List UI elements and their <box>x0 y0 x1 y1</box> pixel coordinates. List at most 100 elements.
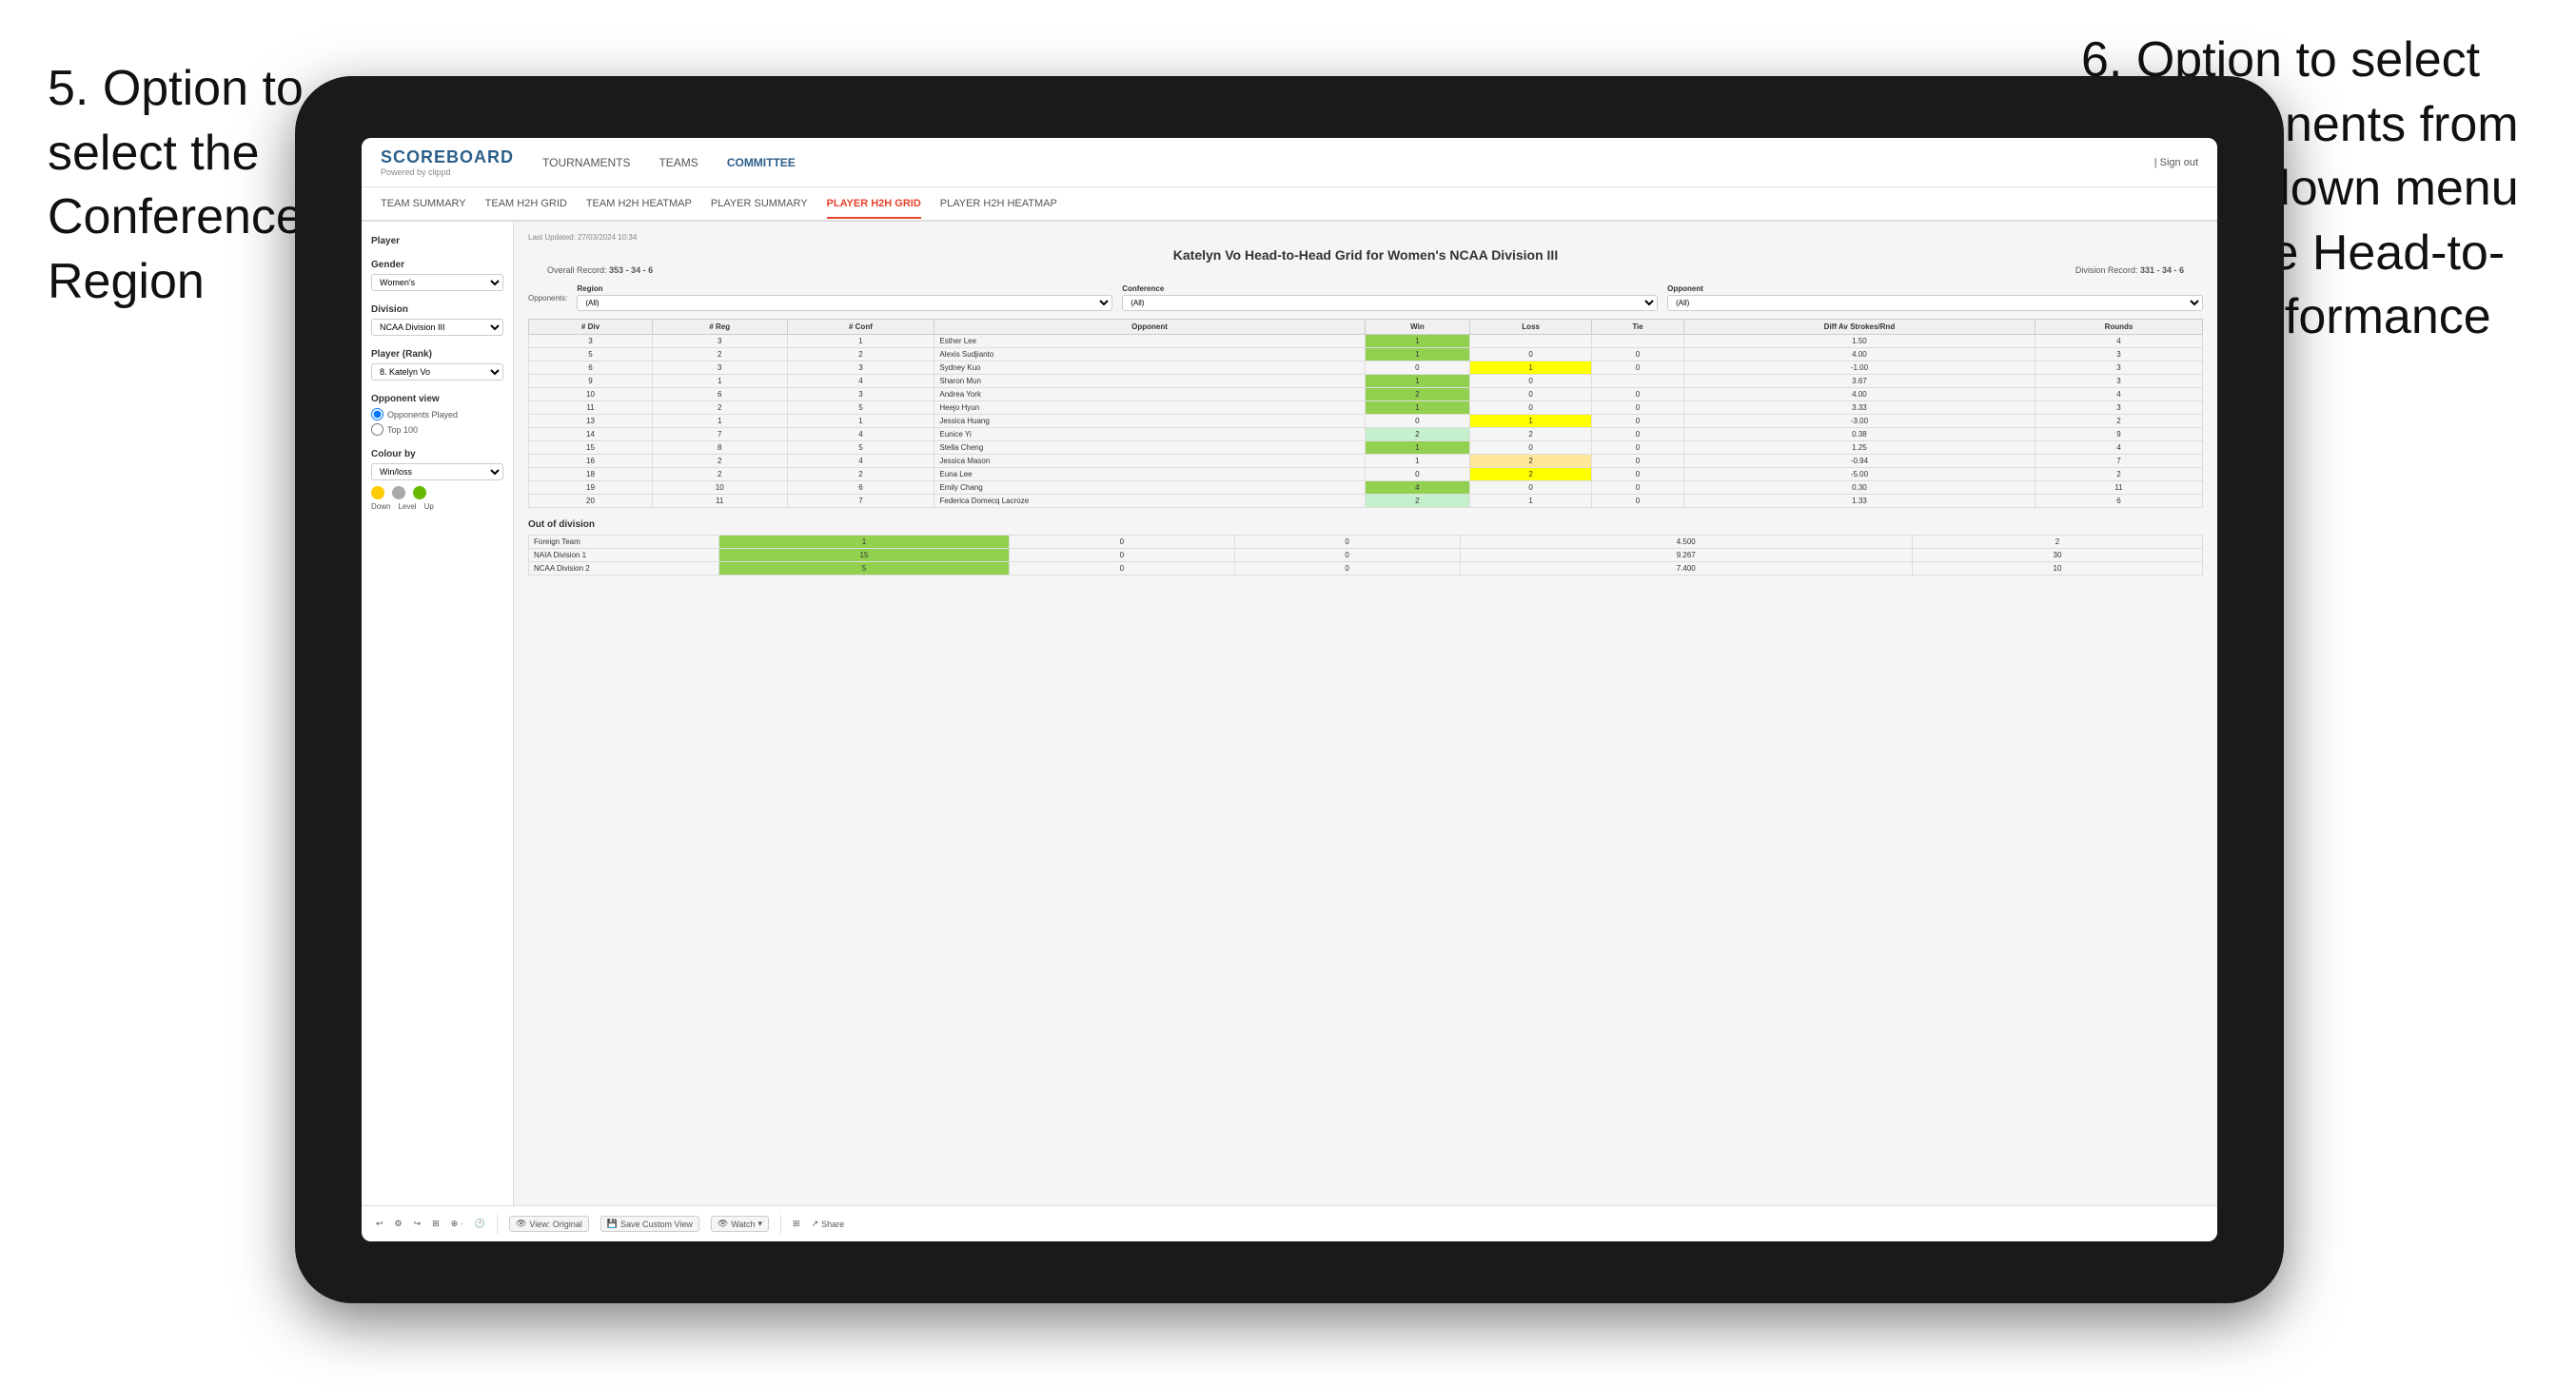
division-record: Division Record: 331 - 34 - 6 <box>2075 265 2184 275</box>
sidebar-radio-group: Opponents Played Top 100 <box>371 408 503 436</box>
opponents-label: Opponents: <box>528 294 567 303</box>
tablet-device: SCOREBOARD Powered by clippd TOURNAMENTS… <box>295 76 2284 1303</box>
colour-down-circle <box>371 486 384 499</box>
tablet-screen: SCOREBOARD Powered by clippd TOURNAMENTS… <box>362 138 2217 1241</box>
sidebar-gender-section: Gender Women's <box>371 260 503 291</box>
subnav-player-h2h-grid[interactable]: PLAYER H2H GRID <box>827 190 921 219</box>
radio-top100[interactable]: Top 100 <box>371 423 503 436</box>
colour-up-circle <box>413 486 426 499</box>
conference-filter-label: Conference <box>1122 284 1658 293</box>
colour-circles <box>371 486 503 499</box>
filter-btn[interactable]: ⊞ <box>432 1219 440 1229</box>
record-row: Overall Record: 353 - 34 - 6 Division Re… <box>528 265 2203 275</box>
table-row: 6 3 3 Sydney Kuo 0 1 0 -1.00 3 <box>529 361 2203 375</box>
save-custom-btn[interactable]: 💾 Save Custom View <box>600 1216 699 1232</box>
subnav-team-h2h-grid[interactable]: TEAM H2H GRID <box>485 190 567 217</box>
undo-btn[interactable]: ↩ <box>376 1219 383 1229</box>
toolbar-sep-2 <box>780 1215 781 1234</box>
sidebar-division-label: Division <box>371 304 503 315</box>
table-row: 3 3 1 Esther Lee 1 1.50 4 <box>529 335 2203 348</box>
logo-text: SCOREBOARD <box>381 147 514 167</box>
col-diff: Diff Av Strokes/Rnd <box>1683 320 2035 335</box>
data-table: # Div # Reg # Conf Opponent Win Loss Tie… <box>528 319 2203 508</box>
sidebar-gender-select[interactable]: Women's <box>371 274 503 291</box>
conference-filter-group: Conference (All) <box>1122 284 1658 311</box>
out-division-row: NCAA Division 2 5 0 0 7.400 10 <box>529 562 2203 576</box>
clock-btn[interactable]: 🕐 <box>475 1219 485 1229</box>
sidebar-opponent-view-section: Opponent view Opponents Played Top 100 <box>371 394 503 436</box>
subnav-player-summary[interactable]: PLAYER SUMMARY <box>711 190 808 217</box>
out-division-title: Out of division <box>528 519 2203 530</box>
nav-teams[interactable]: TEAMS <box>659 152 698 173</box>
toolbar-sep-1 <box>497 1215 498 1234</box>
nav-sign-out[interactable]: | Sign out <box>2154 157 2198 168</box>
out-division-row: NAIA Division 1 15 0 0 9.267 30 <box>529 549 2203 562</box>
table-row: 15 8 5 Stella Cheng 1 0 0 1.25 4 <box>529 441 2203 455</box>
subnav-team-summary[interactable]: TEAM SUMMARY <box>381 190 466 217</box>
col-opponent: Opponent <box>934 320 1365 335</box>
nav-committee[interactable]: COMMITTEE <box>727 152 796 173</box>
logo-sub: Powered by clippd <box>381 167 514 177</box>
main-panel: Last Updated: 27/03/2024 10:34 Katelyn V… <box>514 222 2217 1205</box>
share-btn[interactable]: ↗ Share <box>812 1219 845 1229</box>
sidebar-colour-by-section: Colour by Win/loss Down Level Up <box>371 449 503 511</box>
sidebar-player-rank-select[interactable]: 8. Katelyn Vo <box>371 363 503 381</box>
table-row: 9 1 4 Sharon Mun 1 0 3.67 3 <box>529 375 2203 388</box>
sub-navigation: TEAM SUMMARY TEAM H2H GRID TEAM H2H HEAT… <box>362 187 2217 222</box>
col-conf: # Conf <box>787 320 934 335</box>
watch-btn[interactable]: 👁 Watch ▾ <box>711 1216 769 1232</box>
sidebar-opponent-view-label: Opponent view <box>371 394 503 404</box>
subnav-team-h2h-heatmap[interactable]: TEAM H2H HEATMAP <box>586 190 692 217</box>
main-content: Player Gender Women's Division NCAA Divi… <box>362 222 2217 1205</box>
table-row: 18 2 2 Euna Lee 0 2 0 -5.00 2 <box>529 468 2203 481</box>
logo-area: SCOREBOARD Powered by clippd <box>381 147 514 177</box>
table-row: 11 2 5 Heejo Hyun 1 0 0 3.33 3 <box>529 401 2203 415</box>
nav-items: TOURNAMENTS TEAMS COMMITTEE <box>542 152 2154 173</box>
opponent-filter-group: Opponent (All) <box>1667 284 2203 311</box>
sidebar-player-rank-section: Player (Rank) 8. Katelyn Vo <box>371 349 503 381</box>
col-reg: # Reg <box>652 320 787 335</box>
table-row: 20 11 7 Federica Domecq Lacroze 2 1 0 1.… <box>529 495 2203 508</box>
region-filter-label: Region <box>577 284 1112 293</box>
table-row: 10 6 3 Andrea York 2 0 0 4.00 4 <box>529 388 2203 401</box>
sidebar-player-label: Player <box>371 236 503 246</box>
region-filter-select[interactable]: (All) <box>577 295 1112 311</box>
sidebar-division-select[interactable]: NCAA Division III <box>371 319 503 336</box>
sidebar-gender-label: Gender <box>371 260 503 270</box>
radio-opponents-played[interactable]: Opponents Played <box>371 408 503 420</box>
overall-record: Overall Record: 353 - 34 - 6 <box>547 265 653 275</box>
table-row: 13 1 1 Jessica Huang 0 1 0 -3.00 2 <box>529 415 2203 428</box>
sidebar-division-section: Division NCAA Division III <box>371 304 503 336</box>
colour-level-circle <box>392 486 405 499</box>
view-original-btn[interactable]: 👁 View: Original <box>509 1216 589 1232</box>
nav-tournaments[interactable]: TOURNAMENTS <box>542 152 630 173</box>
colour-level-label: Level <box>398 502 416 511</box>
opponent-filter-label: Opponent <box>1667 284 2203 293</box>
sidebar: Player Gender Women's Division NCAA Divi… <box>362 222 514 1205</box>
col-loss: Loss <box>1470 320 1592 335</box>
sidebar-player-rank-label: Player (Rank) <box>371 349 503 360</box>
settings-btn[interactable]: ⚙ <box>395 1219 403 1229</box>
table-row: 14 7 4 Eunice Yi 2 2 0 0.38 9 <box>529 428 2203 441</box>
out-division-row: Foreign Team 1 0 0 4.500 2 <box>529 536 2203 549</box>
copy-btn[interactable]: ⊕ · <box>451 1219 463 1229</box>
report-title: Katelyn Vo Head-to-Head Grid for Women's… <box>528 247 2203 263</box>
col-rounds: Rounds <box>2035 320 2202 335</box>
update-info: Last Updated: 27/03/2024 10:34 <box>528 233 2203 242</box>
subnav-player-h2h-heatmap[interactable]: PLAYER H2H HEATMAP <box>940 190 1057 217</box>
top-navigation: SCOREBOARD Powered by clippd TOURNAMENTS… <box>362 138 2217 187</box>
col-div: # Div <box>529 320 653 335</box>
col-tie: Tie <box>1592 320 1684 335</box>
sidebar-player-section: Player <box>371 236 503 246</box>
table-row: 19 10 6 Emily Chang 4 0 0 0.30 11 <box>529 481 2203 495</box>
sidebar-colour-by-label: Colour by <box>371 449 503 459</box>
bottom-toolbar: ↩ ⚙ ↪ ⊞ ⊕ · 🕐 👁 View: Original 💾 Save Cu… <box>362 1205 2217 1241</box>
filter-row: Opponents: Region (All) Conference (All) <box>528 284 2203 311</box>
share-layout-btn[interactable]: ⊞ <box>793 1219 800 1229</box>
colour-down-label: Down <box>371 502 390 511</box>
table-row: 5 2 2 Alexis Sudjianto 1 0 0 4.00 3 <box>529 348 2203 361</box>
opponent-filter-select[interactable]: (All) <box>1667 295 2203 311</box>
redo-btn[interactable]: ↪ <box>414 1219 422 1229</box>
sidebar-colour-by-select[interactable]: Win/loss <box>371 463 503 480</box>
conference-filter-select[interactable]: (All) <box>1122 295 1658 311</box>
